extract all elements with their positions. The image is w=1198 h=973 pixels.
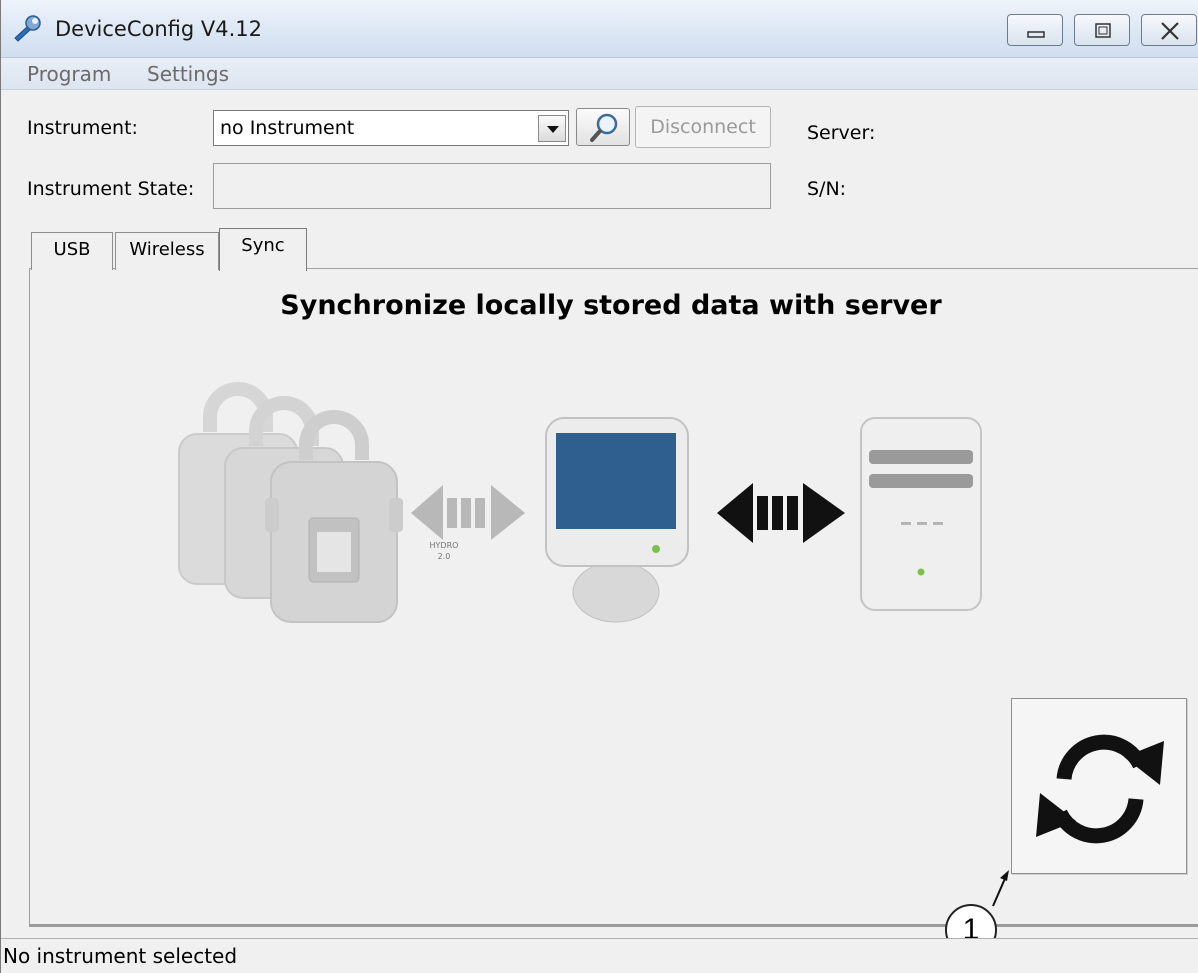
- minimize-button[interactable]: [1007, 14, 1063, 46]
- app-window: DeviceConfig V4.12 Program Settings Inst…: [0, 0, 1198, 973]
- server-tower-icon: [860, 417, 982, 611]
- minimize-icon: [1027, 31, 1045, 38]
- instrument-dropdown[interactable]: no Instrument: [213, 110, 569, 146]
- status-bar: No instrument selected: [1, 938, 1198, 973]
- window-title: DeviceConfig V4.12: [55, 17, 262, 41]
- disconnect-button[interactable]: Disconnect: [635, 106, 771, 148]
- double-arrow-inactive-icon: [411, 485, 525, 540]
- tab-sync[interactable]: Sync: [219, 228, 307, 271]
- data-logger-devices-icon: HYDRO 2.0: [178, 382, 459, 623]
- instrument-state-field: [213, 163, 771, 209]
- refresh-icon: [1036, 734, 1164, 844]
- device-label-line-2: 2.0: [438, 552, 451, 561]
- search-instrument-button[interactable]: [576, 108, 630, 146]
- magnifier-icon: [590, 113, 618, 142]
- double-arrow-active-icon: [717, 483, 845, 543]
- sync-button[interactable]: [1011, 698, 1187, 874]
- close-icon: [1161, 22, 1179, 40]
- device-label-line-1: HYDRO: [430, 541, 459, 550]
- menu-settings[interactable]: Settings: [147, 62, 229, 86]
- menu-bar: Program Settings: [1, 58, 1198, 90]
- tab-usb[interactable]: USB: [31, 232, 113, 270]
- sync-illustration: HYDRO 2.0: [178, 382, 982, 623]
- wrench-icon: [14, 15, 41, 42]
- instrument-state-label: Instrument State:: [27, 178, 195, 200]
- instrument-dropdown-value: no Instrument: [220, 117, 355, 139]
- chevron-down-icon: [547, 126, 559, 133]
- sync-heading: Synchronize locally stored data with ser…: [280, 290, 942, 321]
- instrument-label: Instrument:: [27, 117, 138, 139]
- computer-monitor-icon: [545, 417, 689, 623]
- sn-label: S/N:: [807, 178, 847, 200]
- close-button[interactable]: [1141, 14, 1197, 46]
- title-bar[interactable]: DeviceConfig V4.12: [1, 0, 1198, 58]
- panel-divider: [29, 924, 1198, 927]
- dropdown-arrow-button[interactable]: [538, 115, 566, 142]
- maximize-button[interactable]: [1074, 14, 1130, 46]
- status-text: No instrument selected: [3, 944, 238, 968]
- tab-wireless[interactable]: Wireless: [115, 232, 219, 270]
- server-label: Server:: [807, 122, 876, 144]
- maximize-icon: [1095, 23, 1111, 38]
- menu-program[interactable]: Program: [27, 62, 111, 86]
